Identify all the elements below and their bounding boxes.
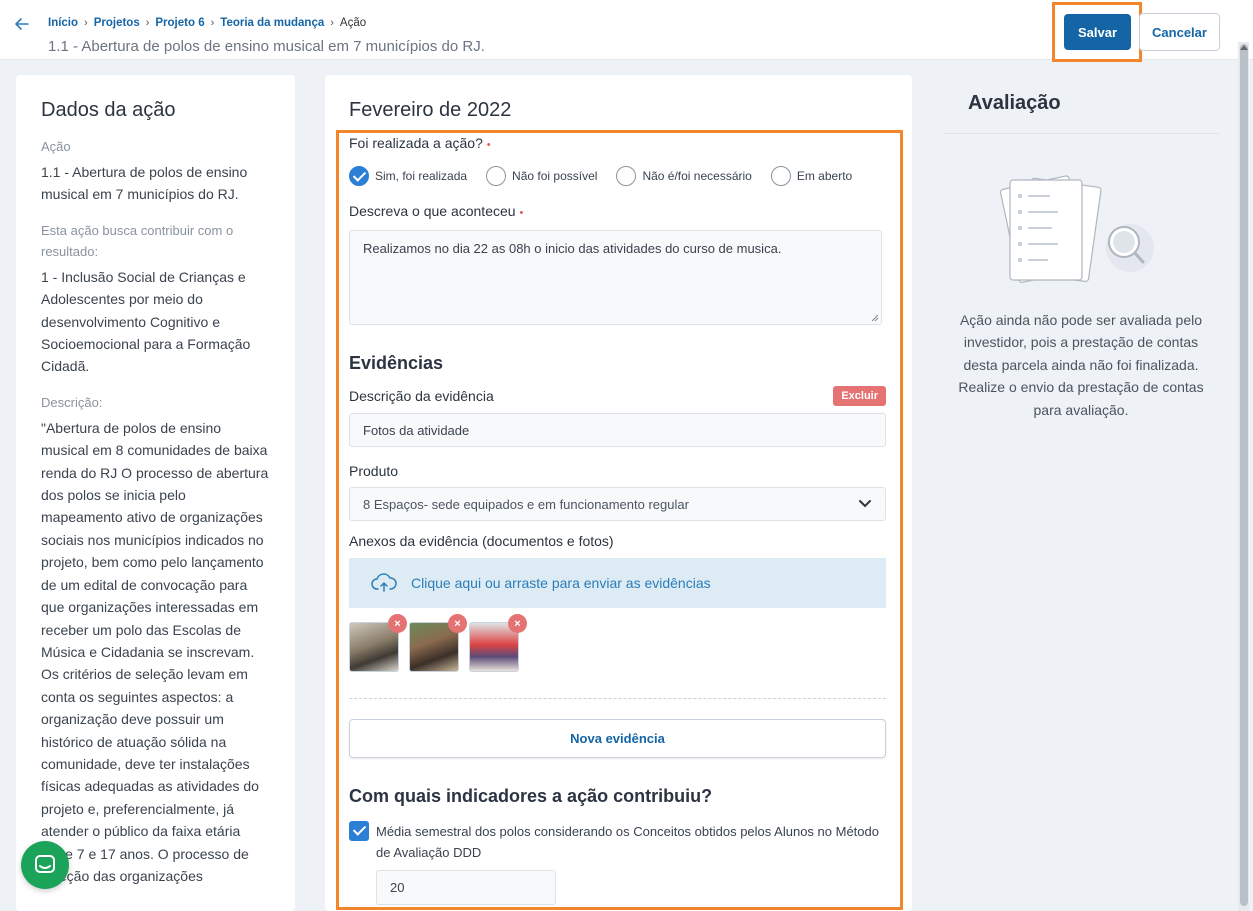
delete-evidence-button[interactable]: Excluir	[833, 386, 886, 406]
anexos-label: Anexos da evidência (documentos e fotos)	[349, 533, 614, 549]
radio-unchecked-icon[interactable]	[616, 166, 637, 186]
radio-sim[interactable]: Sim, foi realizada	[349, 166, 467, 186]
attachment-photo[interactable]: ×	[469, 614, 527, 672]
attachment-photo[interactable]: ×	[349, 614, 407, 672]
breadcrumb-teoria[interactable]: Teoria da mudança	[220, 17, 324, 29]
acao-value: 1.1 - Abertura de polos de ensino musica…	[41, 164, 248, 203]
produto-label: Produto	[349, 463, 399, 479]
breadcrumb-projetos[interactable]: Projetos	[94, 17, 140, 29]
descreva-label: Descreva o que aconteceu	[349, 203, 516, 219]
page-scrollbar-thumb[interactable]	[1240, 44, 1248, 906]
radio-nao-necessario[interactable]: Não é/foi necessário	[616, 166, 752, 186]
radio-unchecked-icon[interactable]	[486, 166, 507, 186]
resize-handle-icon[interactable]	[871, 314, 879, 322]
realizada-label: Foi realizada a ação?	[349, 135, 483, 151]
indicator-checkbox-row[interactable]: Média semestral dos polos considerando o…	[349, 821, 887, 863]
desc-evidencia-label: Descrição da evidência	[349, 388, 494, 404]
chevron-down-icon	[859, 500, 871, 508]
acao-label: Ação	[41, 139, 71, 154]
breadcrumb-projeto[interactable]: Projeto 6	[155, 17, 204, 29]
descreva-question: Descreva o que aconteceu •	[349, 203, 887, 219]
produto-value: 8 Espaços- sede equipados e em funcionam…	[363, 496, 689, 512]
month-title: Fevereiro de 2022	[349, 99, 512, 121]
breadcrumb: Início › Projetos › Projeto 6 › Teoria d…	[48, 17, 366, 29]
radio-em-aberto-label: Em aberto	[796, 169, 853, 183]
descreva-textarea[interactable]: Realizamos no dia 22 as 08h o inicio das…	[349, 230, 882, 325]
action-details-card: Dados da ação Ação 1.1 - Abertura de pol…	[16, 75, 295, 911]
upload-text: Clique aqui ou arraste para enviar as ev…	[411, 575, 711, 591]
descreva-value: Realizamos no dia 22 as 08h o inicio das…	[363, 241, 782, 256]
evaluation-title: Avaliação	[968, 92, 1061, 114]
radio-nao-possivel-label: Não foi possível	[512, 169, 598, 183]
save-button[interactable]: Salvar	[1064, 14, 1131, 50]
descricao-label: Descrição:	[41, 394, 103, 410]
dashed-divider	[349, 698, 886, 699]
radio-nao-necessario-label: Não é/foi necessário	[642, 169, 752, 183]
breadcrumb-inicio[interactable]: Início	[48, 17, 78, 29]
chat-icon	[35, 855, 55, 873]
chevron-right-icon: ›	[210, 17, 215, 29]
back-arrow-icon[interactable]	[12, 14, 32, 34]
cloud-upload-icon	[371, 573, 397, 592]
documents-illustration-icon	[999, 175, 1154, 283]
attachment-thumbnails: × × ×	[349, 614, 887, 672]
indicator-value-input[interactable]: 20	[376, 870, 556, 905]
action-details-title: Dados da ação	[41, 99, 176, 121]
required-mark: •	[486, 139, 491, 151]
new-evidence-button[interactable]: Nova evidência	[349, 719, 886, 758]
chevron-right-icon: ›	[330, 17, 334, 29]
chevron-right-icon: ›	[84, 17, 88, 29]
radio-unchecked-icon[interactable]	[770, 166, 791, 186]
evaluation-divider	[944, 133, 1219, 134]
indicador-label: Média semestral dos polos considerando o…	[376, 824, 879, 860]
radio-em-aberto[interactable]: Em aberto	[770, 166, 853, 186]
resultado-label: Esta ação busca contribuir com o resulta…	[41, 222, 234, 259]
evidence-header-row: Descrição da evidência Excluir	[349, 386, 886, 406]
chat-launcher-button[interactable]	[21, 841, 69, 889]
chevron-right-icon: ›	[145, 17, 150, 29]
radio-sim-label: Sim, foi realizada	[375, 169, 468, 183]
checkbox-checked-icon[interactable]	[349, 821, 369, 841]
required-mark: •	[519, 207, 524, 219]
evaluation-message: Ação ainda não pode ser avaliada pelo in…	[958, 312, 1204, 418]
realizada-radio-group: Sim, foi realizada Não foi possível Não …	[349, 165, 887, 187]
remove-attachment-icon[interactable]: ×	[388, 614, 407, 633]
realizada-question: Foi realizada a ação? •	[349, 135, 887, 151]
page-subtitle: 1.1 - Abertura de polos de ensino musica…	[48, 38, 485, 55]
breadcrumb-current: Ação	[339, 17, 367, 29]
desc-evidencia-input[interactable]: Fotos da atividade	[349, 413, 886, 447]
upload-dropzone[interactable]: Clique aqui ou arraste para enviar as ev…	[349, 558, 886, 608]
produto-select[interactable]: 8 Espaços- sede equipados e em funcionam…	[349, 487, 886, 521]
cancel-button[interactable]: Cancelar	[1139, 13, 1220, 51]
top-header: Início › Projetos › Projeto 6 › Teoria d…	[0, 0, 1253, 62]
evidencias-title: Evidências	[349, 353, 444, 373]
attachment-photo[interactable]: ×	[409, 614, 467, 672]
desc-evidencia-value: Fotos da atividade	[363, 422, 470, 438]
form-body: Foi realizada a ação? • Sim, foi realiza…	[349, 135, 887, 911]
scroll-up-icon[interactable]	[1240, 45, 1248, 50]
descricao-value: "Abertura de polos de ensino musical em …	[41, 419, 269, 884]
remove-attachment-icon[interactable]: ×	[448, 614, 467, 633]
indicadores-title: Com quais indicadores a ação contribuiu?	[349, 786, 713, 806]
report-form-card: Fevereiro de 2022 Foi realizada a ação? …	[325, 75, 912, 911]
radio-checked-icon[interactable]	[349, 166, 369, 186]
radio-nao-possivel[interactable]: Não foi possível	[486, 166, 597, 186]
resultado-value: 1 - Inclusão Social de Crianças e Adoles…	[41, 268, 251, 375]
indicator-value: 20	[390, 880, 405, 895]
remove-attachment-icon[interactable]: ×	[508, 614, 527, 633]
